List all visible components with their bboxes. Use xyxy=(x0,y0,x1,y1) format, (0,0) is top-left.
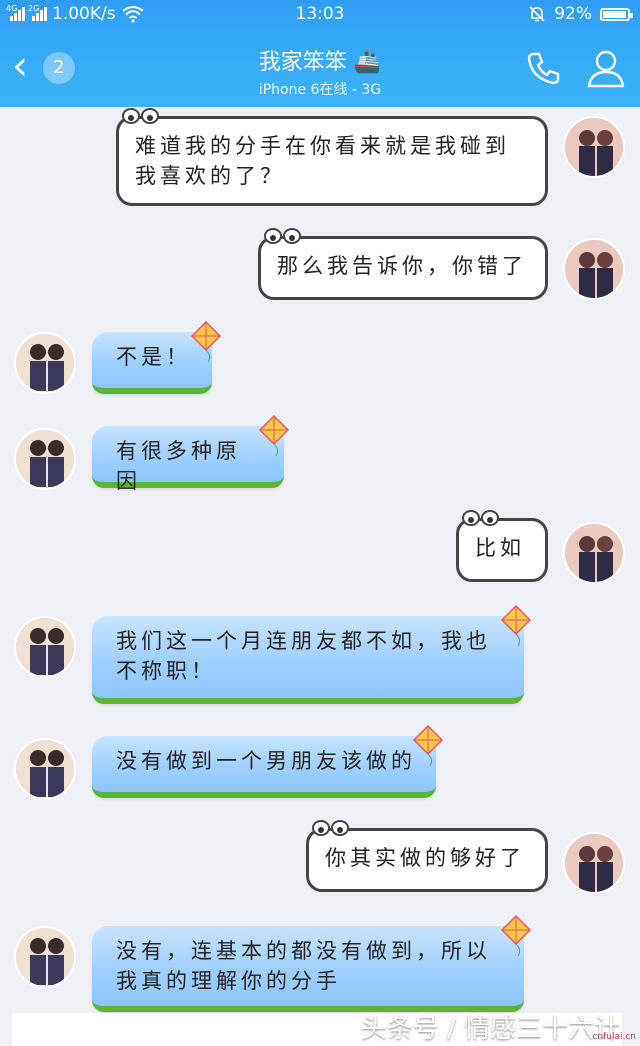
message-text: 那么我告诉你，你错了 xyxy=(277,254,527,278)
avatar[interactable] xyxy=(563,832,625,894)
battery-icon xyxy=(600,7,633,21)
message-bubble-other[interactable]: 有很多种原因 xyxy=(92,414,290,493)
message-bubble-self[interactable]: 难道我的分手在你看来就是我碰到我喜欢的了？ xyxy=(116,108,548,206)
user-icon[interactable] xyxy=(584,46,628,90)
message-text: 你其实做的够好了 xyxy=(325,846,525,870)
message-bubble-other[interactable]: 我们这一个月连朋友都不如，我也不称职！ xyxy=(92,604,532,704)
eyes-decoration-icon xyxy=(122,108,159,124)
avatar[interactable] xyxy=(14,926,76,988)
avatar[interactable] xyxy=(14,428,76,490)
eyes-decoration-icon xyxy=(264,228,301,244)
avatar[interactable] xyxy=(14,738,76,800)
message-text: 有很多种原因 xyxy=(116,439,241,493)
eyes-decoration-icon xyxy=(312,820,349,836)
contact-name: 我家笨笨 xyxy=(258,50,347,75)
message-text: 不是！ xyxy=(116,345,191,369)
message-text: 没有，连基本的都没有做到，所以我真的理解你的分手 xyxy=(116,939,491,993)
message-bubble-other[interactable]: 不是！ xyxy=(92,320,222,394)
kite-icon xyxy=(190,320,222,363)
message-text: 比如 xyxy=(475,536,525,560)
message-text: 难道我的分手在你看来就是我碰到我喜欢的了？ xyxy=(135,134,510,188)
message-bubble-self[interactable]: 那么我告诉你，你错了 xyxy=(258,228,548,300)
avatar[interactable] xyxy=(563,116,625,178)
message-text: 我们这一个月连朋友都不如，我也不称职！ xyxy=(116,629,491,683)
status-bar: 4G 2G 1.00K/s 13:03 92% xyxy=(0,0,640,30)
site-mark: cnfulai.cn xyxy=(592,1032,636,1042)
message-bubble-other[interactable]: 没有做到一个男朋友该做的 xyxy=(92,724,444,798)
ship-emoji-icon: 🚢 xyxy=(353,50,382,75)
message-bubble-self[interactable]: 比如 xyxy=(456,510,548,582)
avatar[interactable] xyxy=(563,238,625,300)
kite-icon xyxy=(500,604,532,647)
kite-icon xyxy=(258,414,290,457)
battery-percent: 92% xyxy=(554,4,592,24)
phone-icon[interactable] xyxy=(524,48,564,88)
chat-header: ‹ 2 我家笨笨 🚢 iPhone 6在线 - 3G xyxy=(0,30,640,107)
eyes-decoration-icon xyxy=(462,510,499,526)
watermark: 头条号 / 情感三十六计 xyxy=(360,1014,620,1044)
avatar[interactable] xyxy=(14,616,76,678)
avatar[interactable] xyxy=(563,522,625,584)
message-bubble-other[interactable]: 没有，连基本的都没有做到，所以我真的理解你的分手 xyxy=(92,914,532,1012)
avatar[interactable] xyxy=(14,332,76,394)
message-text: 没有做到一个男朋友该做的 xyxy=(116,749,416,773)
alarm-off-icon xyxy=(529,6,545,22)
kite-icon xyxy=(412,724,444,767)
message-bubble-self[interactable]: 你其实做的够好了 xyxy=(306,820,548,892)
kite-icon xyxy=(500,914,532,957)
